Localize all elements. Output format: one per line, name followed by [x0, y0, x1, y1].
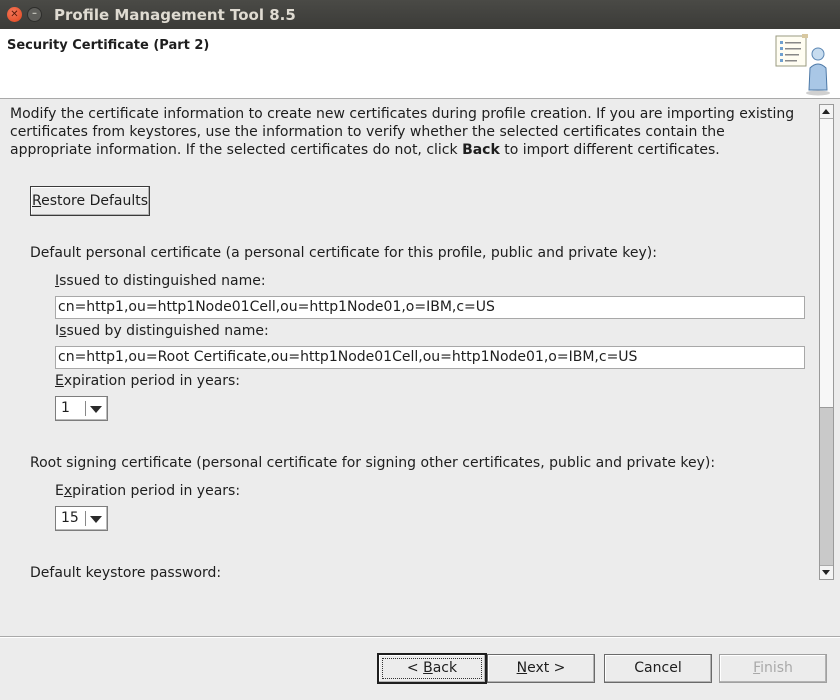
window-titlebar: ✕ – Profile Management Tool 8.5	[0, 0, 840, 29]
label-text: E	[55, 483, 64, 499]
combo-separator	[85, 401, 86, 416]
button-label: Cancel	[634, 660, 682, 676]
issued-to-label: Issued to distinguished name:	[55, 273, 266, 289]
next-button[interactable]: Next >	[487, 654, 595, 683]
footer-separator	[0, 636, 840, 638]
chevron-down-icon[interactable]	[90, 516, 102, 523]
button-label: ext >	[527, 660, 566, 676]
root-expiration-label: Expiration period in years:	[55, 483, 240, 499]
wizard-content-panel: Modify the certificate information to cr…	[0, 100, 820, 581]
page-title: Security Certificate (Part 2)	[7, 38, 210, 53]
restore-defaults-button[interactable]: Restore Defaults	[30, 186, 150, 216]
button-label: estore Defaults	[41, 193, 149, 209]
back-button[interactable]: < Back	[377, 653, 487, 684]
mnemonic: E	[55, 373, 64, 389]
description-text-end: to import different certificates.	[499, 142, 720, 158]
chevron-down-icon[interactable]	[90, 406, 102, 413]
issued-to-field[interactable]: cn=http1,ou=http1Node01Cell,ou=http1Node…	[55, 296, 805, 319]
close-icon: ✕	[10, 9, 19, 20]
focus-ring	[382, 658, 482, 679]
combo-value: 15	[61, 510, 79, 526]
mnemonic: x	[63, 483, 73, 499]
minimize-icon: –	[32, 8, 37, 19]
mnemonic: R	[31, 193, 42, 209]
close-window-button[interactable]: ✕	[7, 7, 22, 22]
cancel-button[interactable]: Cancel	[604, 654, 712, 683]
root-cert-heading: Root signing certificate (personal certi…	[30, 455, 716, 471]
keystore-password-label: Default keystore password:	[30, 565, 222, 581]
personal-expiration-combo[interactable]: 1	[55, 396, 108, 421]
scroll-down-arrow-icon[interactable]	[820, 565, 833, 579]
combo-value: 1	[61, 400, 70, 416]
scrollbar-thumb[interactable]	[820, 407, 833, 567]
scroll-up-arrow-icon[interactable]	[820, 105, 833, 119]
mnemonic: N	[516, 660, 528, 676]
button-label: inish	[760, 660, 793, 676]
personal-expiration-label: Expiration period in years:	[55, 373, 240, 389]
page-description: Modify the certificate information to cr…	[10, 105, 800, 159]
label-text: xpiration period in years:	[63, 373, 241, 389]
combo-separator	[85, 511, 86, 526]
label-text: piration period in years:	[72, 483, 241, 499]
root-expiration-combo[interactable]: 15	[55, 506, 108, 531]
personal-cert-heading: Default personal certificate (a personal…	[30, 245, 657, 261]
description-back-emphasis: Back	[462, 142, 500, 158]
label-text: ssued to distinguished name:	[59, 273, 266, 289]
minimize-window-button[interactable]: –	[27, 7, 42, 22]
window-title: Profile Management Tool 8.5	[54, 6, 296, 24]
wizard-clipboard-person-icon	[775, 34, 830, 96]
issued-by-field[interactable]: cn=http1,ou=Root Certificate,ou=http1Nod…	[55, 346, 805, 369]
scrollbar-track[interactable]	[820, 119, 833, 407]
vertical-scrollbar[interactable]	[819, 104, 834, 580]
wizard-header: Security Certificate (Part 2)	[0, 29, 840, 99]
issued-by-label: Issued by distinguished name:	[55, 323, 269, 339]
finish-button[interactable]: Finish	[719, 654, 827, 683]
label-text: sued by distinguished name:	[66, 323, 269, 339]
